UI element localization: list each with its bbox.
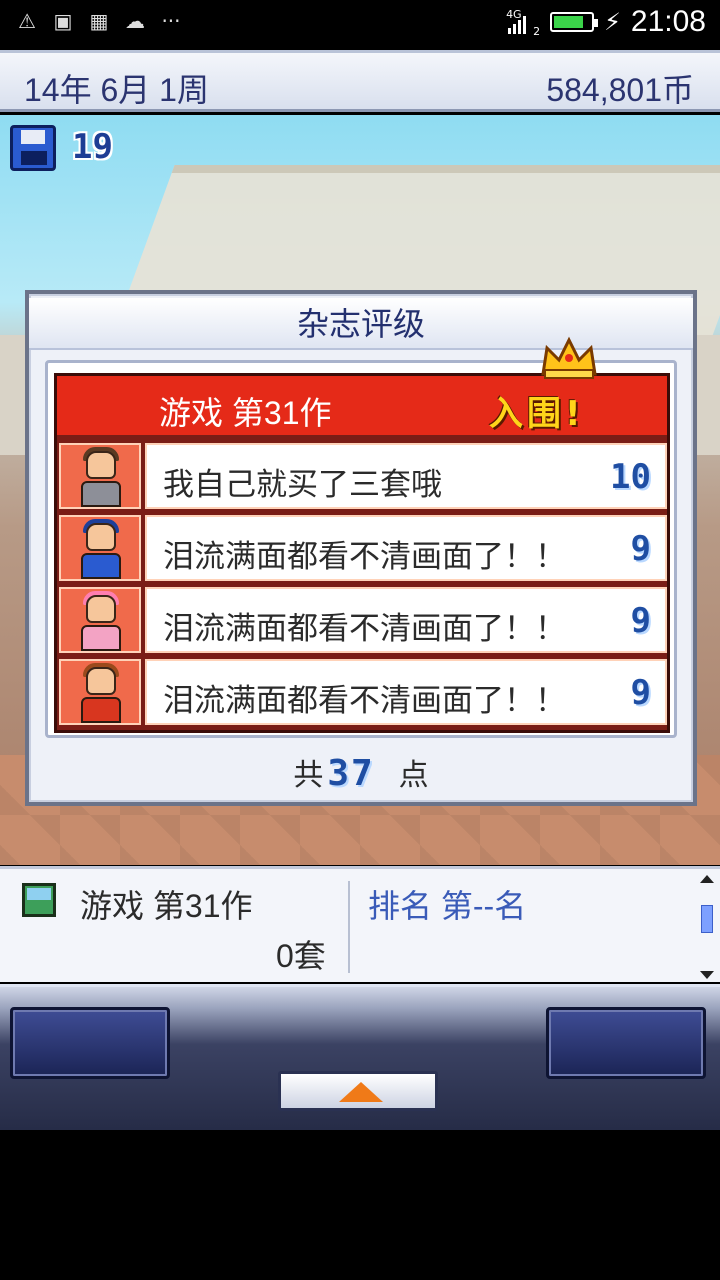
- review-score: 9: [630, 529, 651, 569]
- game-date: 14年 6月 1周: [24, 72, 209, 108]
- review-comment: 泪流满面都看不清画面了！！ 9: [145, 515, 667, 581]
- left-menu-button[interactable]: [10, 1007, 170, 1079]
- reviewer-avatar-red: [59, 659, 141, 725]
- review-score: 10: [610, 457, 651, 497]
- battery-fill: [554, 16, 583, 28]
- reviewer-avatar-cap: [59, 515, 141, 581]
- charging-icon: ⚡: [604, 8, 621, 36]
- review-text: 泪流满面都看不清画面了！！: [163, 539, 566, 574]
- review-row: 我自己就买了三套哦 10: [57, 441, 667, 511]
- review-score: 9: [630, 673, 651, 713]
- scroll-up-icon[interactable]: [700, 875, 714, 883]
- award-label: 入围!: [489, 394, 585, 434]
- review-row: 泪流满面都看不清画面了！！ 9: [57, 513, 667, 583]
- avatar-body: [81, 625, 121, 651]
- total-score: 共 37 点: [29, 750, 693, 794]
- total-prefix: 共: [293, 758, 324, 793]
- warning-icon: ⚠: [18, 9, 36, 33]
- review-comment: 泪流满面都看不清画面了！！ 9: [145, 587, 667, 653]
- qr-icon: ▦: [89, 9, 109, 33]
- info-game-name: 游戏 第31作: [80, 888, 253, 924]
- image-icon: ▣: [53, 9, 73, 33]
- status-right: 4G 2 ⚡ 21:08: [504, 4, 706, 40]
- avatar-head: [86, 667, 116, 695]
- rating-header: 游戏 第31作 入围!: [57, 376, 667, 438]
- control-panel: [0, 984, 720, 1130]
- avatar-head: [86, 523, 116, 551]
- save-disk-icon[interactable]: [10, 125, 56, 171]
- rating-box: 游戏 第31作 入围! 我自己就买了三套哦 10 泪流满面都看不清画面了！！ 9…: [54, 373, 670, 733]
- review-text: 泪流满面都看不清画面了！！: [163, 683, 566, 718]
- total-value: 37: [327, 753, 375, 794]
- review-row: 泪流满面都看不清画面了！！ 9: [57, 585, 667, 655]
- info-rank: 排名 第--名: [368, 888, 527, 924]
- expand-up-button[interactable]: [278, 1071, 438, 1111]
- avatar-head: [86, 451, 116, 479]
- review-comment: 泪流满面都看不清画面了！！ 9: [145, 659, 667, 725]
- arrow-up-icon: [339, 1082, 383, 1102]
- scroll-down-icon[interactable]: [700, 971, 714, 979]
- review-text: 泪流满面都看不清画面了！！: [163, 611, 566, 646]
- total-suffix: 点: [398, 758, 429, 793]
- info-units-sold: 0套: [276, 938, 326, 974]
- info-scrollbar[interactable]: [700, 875, 714, 979]
- review-score: 9: [630, 601, 651, 641]
- money-display: 584,801币: [546, 72, 694, 108]
- crown-icon: [541, 336, 597, 379]
- review-text: 我自己就买了三套哦: [163, 467, 442, 502]
- review-row: 泪流满面都看不清画面了！！ 9: [57, 657, 667, 727]
- game-thumbnail-icon: [22, 883, 56, 917]
- status-bar: ⚠ ▣ ▦ ☁ ··· 4G 2 ⚡ 21:08: [0, 0, 720, 48]
- avatar-head: [86, 595, 116, 623]
- review-comment: 我自己就买了三套哦 10: [145, 443, 667, 509]
- signal-icon: 4G 2: [504, 4, 540, 40]
- game-info-panel[interactable]: 游戏 第31作 0套 排名 第--名: [0, 866, 720, 982]
- magazine-rating-dialog[interactable]: 杂志评级 游戏 第31作 入围! 我自己就买了三套哦 10 泪流满面都看不清画面…: [25, 290, 697, 806]
- reviewer-avatar-grey: [59, 443, 141, 509]
- sim-label: 2: [533, 25, 541, 38]
- rating-panel: 游戏 第31作 入围! 我自己就买了三套哦 10 泪流满面都看不清画面了！！ 9…: [45, 360, 677, 738]
- avatar-body: [81, 553, 121, 579]
- save-count: 19: [72, 127, 113, 167]
- battery-icon: [550, 12, 599, 32]
- info-divider: [348, 881, 350, 973]
- right-menu-button[interactable]: [546, 1007, 706, 1079]
- clock: 21:08: [630, 5, 706, 38]
- weather-icon: ☁: [125, 9, 145, 33]
- rated-game-title: 游戏 第31作: [159, 395, 332, 431]
- status-notification-icons: ⚠ ▣ ▦ ☁ ···: [16, 10, 182, 32]
- scroll-thumb[interactable]: [701, 905, 713, 933]
- game-top-bar: 14年 6月 1周 584,801币: [0, 50, 720, 112]
- more-icon: ···: [161, 9, 181, 33]
- avatar-body: [81, 481, 121, 507]
- screen-bottom-area: [0, 1130, 720, 1280]
- avatar-body: [81, 697, 121, 723]
- reviewer-avatar-pink: [59, 587, 141, 653]
